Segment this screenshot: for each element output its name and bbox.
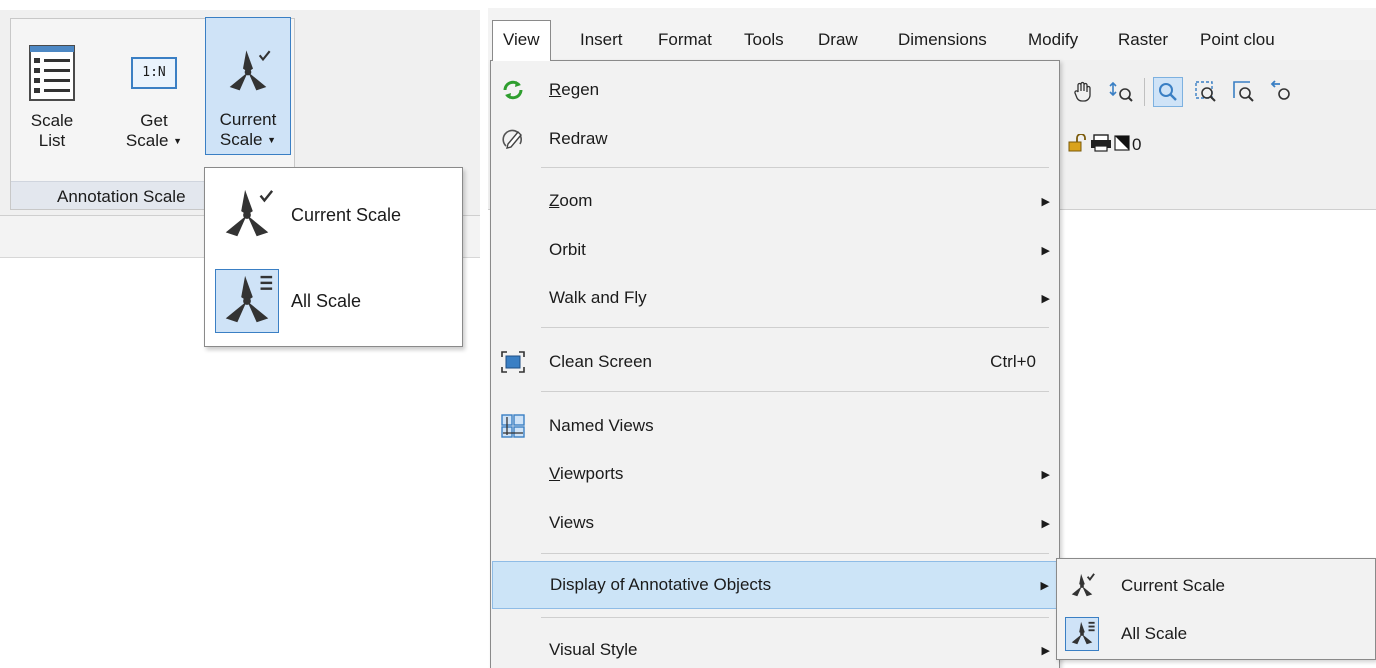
menu-item-walk-and-fly[interactable]: Walk and Fly ▶: [492, 275, 1058, 321]
zoom-realtime-icon[interactable]: [1106, 77, 1136, 107]
dropdown-arrow-icon: ▼: [267, 135, 277, 145]
get-scale-button[interactable]: 1:N Get Scale ▼: [115, 41, 193, 151]
menu-raster[interactable]: Raster: [1108, 20, 1178, 60]
menu-separator: [541, 553, 1049, 554]
regen-icon: [498, 75, 528, 105]
menu-point-cloud[interactable]: Point clou: [1190, 20, 1285, 60]
menu-item-orbit[interactable]: Orbit ▶: [492, 227, 1058, 273]
scale-list-icon: [27, 41, 77, 105]
menu-item-label-rest: oom: [559, 191, 593, 210]
menu-item-label-rest: iewports: [560, 464, 624, 483]
zoom-extents-icon[interactable]: [1229, 77, 1259, 107]
scale-list-label-2: List: [38, 131, 66, 150]
submenu-item-current-scale[interactable]: Current Scale: [1061, 563, 1371, 609]
submenu-arrow-icon: ▶: [1041, 292, 1050, 305]
menu-separator: [541, 167, 1049, 168]
menu-item-label: Display of Annotative Objects: [550, 575, 772, 594]
dropdown-item-current-scale[interactable]: Current Scale: [215, 178, 455, 252]
submenu-item-label: All Scale: [1121, 624, 1188, 643]
current-scale-label-2: Scale: [219, 130, 263, 149]
menu-item-label: Views: [549, 513, 595, 532]
annotative-all-scale-icon: [1065, 617, 1099, 651]
menu-item-display-of-annotative-objects[interactable]: Display of Annotative Objects ▶: [492, 561, 1058, 609]
annotative-objects-submenu: Current Scale All Scale: [1056, 558, 1376, 660]
menu-item-mnemonic: V: [549, 464, 561, 483]
menu-insert[interactable]: Insert: [570, 20, 633, 60]
annotative-current-scale-icon: [223, 40, 273, 104]
lock-icon[interactable]: [1068, 132, 1088, 157]
dropdown-arrow-icon: ▼: [173, 136, 183, 146]
get-scale-icon: 1:N: [129, 41, 179, 105]
toolbar-separator: [1144, 78, 1145, 106]
menu-screenshot: View Insert Format Tools Draw Dimensions…: [488, 0, 1376, 668]
current-scale-dropdown: Current Scale All Scale: [204, 167, 463, 347]
menu-item-zoom[interactable]: Zoom ▶: [492, 178, 1058, 224]
menu-item-visual-style[interactable]: Visual Style ▶: [492, 627, 1058, 668]
submenu-item-all-scale[interactable]: All Scale: [1061, 611, 1371, 657]
menu-separator: [541, 327, 1049, 328]
get-scale-icon-text: 1:N: [131, 57, 177, 89]
zoom-previous-icon[interactable]: [1267, 77, 1297, 107]
submenu-arrow-icon: ▶: [1041, 195, 1050, 208]
menu-item-shortcut: Ctrl+0: [990, 352, 1036, 371]
dropdown-item-label: Current Scale: [291, 204, 402, 225]
menu-dimensions[interactable]: Dimensions: [888, 20, 997, 60]
menu-item-label: Named Views: [549, 416, 654, 435]
get-scale-label-1: Get: [140, 111, 168, 130]
menu-modify[interactable]: Modify: [1018, 20, 1088, 60]
layer-name: 0: [1132, 135, 1142, 154]
menu-item-label-rest: egen: [561, 80, 600, 99]
scale-list-button[interactable]: Scale List: [21, 41, 83, 151]
menu-item-label: Orbit: [549, 240, 586, 259]
menu-draw[interactable]: Draw: [808, 20, 868, 60]
zoom-icon[interactable]: [1153, 77, 1183, 107]
menu-item-mnemonic: Z: [549, 191, 560, 210]
menubar: View Insert Format Tools Draw Dimensions…: [488, 8, 1376, 61]
menu-view[interactable]: View: [492, 20, 551, 61]
submenu-arrow-icon: ▶: [1041, 468, 1050, 481]
submenu-arrow-icon: ▶: [1041, 644, 1050, 657]
menu-tools[interactable]: Tools: [734, 20, 794, 60]
get-scale-label-2: Scale: [125, 131, 169, 150]
dropdown-item-label: All Scale: [291, 290, 362, 311]
zoom-window-icon[interactable]: [1191, 77, 1221, 107]
submenu-arrow-icon: ▶: [1040, 579, 1049, 592]
menu-item-label: Redraw: [549, 129, 608, 148]
current-scale-button[interactable]: Current Scale ▼: [205, 17, 291, 155]
menu-separator: [541, 617, 1049, 618]
menu-item-viewports[interactable]: Viewports ▶: [492, 451, 1058, 497]
menu-separator: [541, 391, 1049, 392]
menu-format[interactable]: Format: [648, 20, 722, 60]
layer-toolbar: 0: [1068, 132, 1141, 158]
named-views-icon: [498, 411, 528, 441]
pan-hand-icon[interactable]: [1068, 77, 1098, 107]
menu-item-named-views[interactable]: Named Views: [492, 403, 1058, 449]
menu-item-clean-screen[interactable]: Clean Screen Ctrl+0: [492, 339, 1058, 385]
annotative-current-scale-icon: [1065, 569, 1099, 603]
redraw-icon: [498, 124, 528, 154]
scale-list-label-1: Scale: [30, 111, 74, 130]
navigation-toolbar: [1068, 72, 1297, 112]
menu-item-label: Walk and Fly: [549, 288, 647, 307]
menu-item-mnemonic: R: [549, 80, 562, 99]
annotative-all-scale-icon: [215, 269, 279, 333]
current-scale-label-1: Current: [219, 110, 277, 129]
menu-item-regen[interactable]: Regen: [492, 67, 1058, 113]
plot-icon[interactable]: [1090, 133, 1112, 157]
menu-item-redraw[interactable]: Redraw: [492, 116, 1058, 162]
menu-item-views[interactable]: Views ▶: [492, 500, 1058, 546]
submenu-arrow-icon: ▶: [1041, 517, 1050, 530]
ribbon-screenshot: Scale List 1:N Get Scale ▼ Current Scale…: [0, 0, 480, 668]
annotative-current-scale-icon: [215, 183, 279, 247]
menu-item-label: Visual Style: [549, 640, 638, 659]
color-swatch-icon[interactable]: [1114, 134, 1130, 156]
clean-screen-icon: [498, 347, 528, 377]
view-menu-dropdown: Regen Redraw Zoom ▶ Orbit ▶ Walk and Fly…: [490, 60, 1060, 668]
submenu-arrow-icon: ▶: [1041, 244, 1050, 257]
image-divider: [480, 0, 488, 668]
submenu-item-label: Current Scale: [1121, 576, 1225, 595]
dropdown-item-all-scale[interactable]: All Scale: [215, 264, 455, 338]
menu-item-label: Clean Screen: [549, 352, 653, 371]
